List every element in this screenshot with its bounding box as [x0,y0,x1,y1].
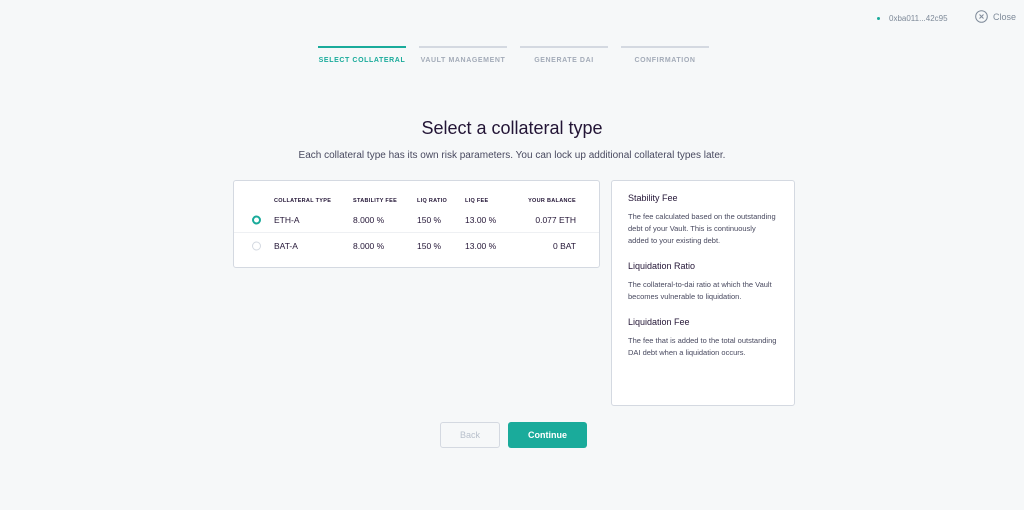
step-vault-management: VAULT MANAGEMENT [419,46,507,64]
step-progress-bar [520,46,608,48]
collateral-table: COLLATERAL TYPE STABILITY FEE LIQ RATIO … [233,180,600,268]
collateral-radio[interactable] [252,215,261,225]
header-collateral-type: COLLATERAL TYPE [274,198,332,204]
stability-fee: 8.000 % [353,240,385,251]
liq-fee: 13.00 % [465,215,497,225]
table-row[interactable]: BAT-A 8.000 % 150 % 13.00 % 0 BAT [234,233,599,258]
collateral-radio[interactable] [252,241,261,250]
step-progress-bar [621,46,709,48]
info-text-stability-fee: The fee calculated based on the outstand… [628,212,776,245]
page-title: Select a collateral type [421,118,603,138]
step-label: VAULT MANAGEMENT [420,57,506,64]
info-title-liquidation-ratio: Liquidation Ratio [628,261,696,271]
step-progress-bar [318,46,406,48]
close-button[interactable]: Close [975,10,1016,23]
your-balance: 0.077 ETH [535,215,576,225]
step-label: GENERATE DAI [534,57,594,64]
header-stability-fee: STABILITY FEE [353,198,398,204]
page-subtitle: Each collateral type has its own risk pa… [298,150,726,161]
page: 0xba011...42c95 Close SELECT COLLATERAL … [0,0,1024,510]
step-progress-bar [419,46,507,48]
close-label: Close [993,11,1017,22]
account-address: 0xba011...42c95 [889,14,948,23]
close-icon [975,10,988,23]
info-title-stability-fee: Stability Fee [628,193,678,203]
liq-ratio: 150 % [417,215,442,225]
info-text-liquidation-fee: The fee that is added to the total outst… [628,336,777,357]
step-generate-dai: GENERATE DAI [520,46,608,64]
account-indicator[interactable]: 0xba011...42c95 [877,14,948,23]
liq-ratio: 150 % [417,240,442,251]
liq-fee: 13.00 % [465,240,497,251]
info-title-liquidation-fee: Liquidation Fee [628,317,690,327]
risk-parameters-info: Stability Fee The fee calculated based o… [611,180,795,406]
header-your-balance: YOUR BALANCE [528,198,576,204]
header-liq-fee: LIQ FEE [465,198,489,204]
step-label: SELECT COLLATERAL [318,57,406,64]
step-label: CONFIRMATION [634,57,696,64]
continue-button[interactable]: Continue [508,422,587,448]
back-button[interactable]: Back [440,422,500,448]
stability-fee: 8.000 % [353,215,385,225]
connection-status-dot-icon [877,17,880,20]
stepper: SELECT COLLATERAL VAULT MANAGEMENT GENER… [318,46,709,64]
step-confirmation: CONFIRMATION [621,46,709,64]
your-balance: 0 BAT [553,240,576,251]
step-select-collateral: SELECT COLLATERAL [318,46,406,64]
collateral-type: ETH-A [274,215,300,225]
table-row[interactable]: ETH-A 8.000 % 150 % 13.00 % 0.077 ETH [234,208,599,233]
collateral-type: BAT-A [274,240,298,251]
info-text-liquidation-ratio: The collateral-to-dai ratio at which the… [628,280,772,301]
header-liq-ratio: LIQ RATIO [417,198,448,204]
